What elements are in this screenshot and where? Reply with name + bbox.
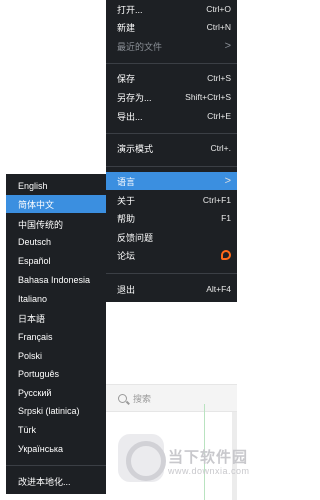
chevron-right-icon: > [224, 40, 231, 52]
language-item[interactable]: 简体中文 [6, 195, 106, 213]
menu-item-save-as[interactable]: 另存为... Shift+Ctrl+S [106, 88, 237, 106]
menu-item-label: 帮助 [117, 213, 136, 224]
menu-divider [106, 273, 237, 274]
menu-item-shortcut: Ctrl+O [206, 4, 231, 14]
improve-localization-item[interactable]: 改进本地化... [6, 472, 106, 490]
menu-item-label: 保存 [117, 73, 136, 84]
watermark-url: www.downxia.com [168, 466, 250, 476]
menu-item-shortcut: Ctrl+N [206, 22, 231, 32]
menu-item-label: 演示模式 [117, 143, 154, 154]
menu-item-recent-files[interactable]: 最近的文件 > [106, 37, 237, 55]
language-item[interactable]: Русский [6, 384, 106, 402]
watermark-logo-icon [118, 434, 166, 482]
menu-item-label: 导出... [117, 111, 143, 122]
search-icon [118, 393, 127, 403]
language-item[interactable]: Srpski (latinica) [6, 402, 106, 420]
chevron-right-icon: > [224, 175, 231, 187]
menu-item-shortcut: Ctrl+. [210, 143, 231, 153]
menu-item-help[interactable]: 帮助 F1 [106, 209, 237, 227]
language-item[interactable]: Deutsch [6, 233, 106, 251]
menu-item-presentation-mode[interactable]: 演示模式 Ctrl+. [106, 139, 237, 157]
menu-divider [106, 133, 237, 134]
menu-item-label: 论坛 [117, 250, 136, 261]
menu-item-shortcut: Alt+F4 [206, 284, 231, 294]
menu-item-export[interactable]: 导出... Ctrl+E [106, 107, 237, 125]
language-item[interactable]: Bahasa Indonesia [6, 271, 106, 289]
menu-item-label: 退出 [117, 284, 136, 295]
menu-item-language[interactable]: 语言 > [106, 172, 237, 190]
menu-item-label: 反馈问题 [117, 232, 154, 243]
menu-divider [106, 166, 237, 167]
menu-item-open[interactable]: 打开... Ctrl+O [106, 0, 237, 18]
language-item[interactable]: Polski [6, 347, 106, 365]
language-submenu: English 简体中文 中国传统的 Deutsch Español Bahas… [6, 174, 106, 494]
menu-divider [6, 465, 106, 466]
menu-item-label: 另存为... [117, 92, 152, 103]
editor-background [0, 0, 106, 170]
menu-item-shortcut: Shift+Ctrl+S [185, 92, 231, 102]
language-item[interactable]: Українська [6, 440, 106, 458]
menu-item-label: 关于 [117, 195, 136, 206]
menu-item-label: 语言 [117, 176, 136, 187]
language-item[interactable]: English [6, 177, 106, 195]
chat-bubble-icon [221, 250, 231, 260]
language-item[interactable]: Italiano [6, 290, 106, 308]
menu-item-label: 新建 [117, 22, 136, 33]
app-window: 搜索 当下软件园 www.downxia.com 打开... Ctrl+O 新建… [0, 0, 249, 500]
menu-item-new[interactable]: 新建 Ctrl+N [106, 18, 237, 36]
language-item[interactable]: Français [6, 328, 106, 346]
menu-item-shortcut: Ctrl+E [207, 111, 231, 121]
search-bar[interactable]: 搜索 [100, 384, 237, 412]
menu-item-forum[interactable]: 论坛 [106, 246, 237, 264]
menu-item-feedback[interactable]: 反馈问题 [106, 228, 237, 246]
menu-item-shortcut: Ctrl+S [207, 73, 231, 83]
search-placeholder: 搜索 [133, 393, 152, 404]
menu-divider [106, 63, 237, 64]
menu-item-save[interactable]: 保存 Ctrl+S [106, 69, 237, 87]
menu-item-label: 打开... [117, 4, 143, 15]
watermark: 当下软件园 www.downxia.com [118, 424, 249, 500]
file-menu: 打开... Ctrl+O 新建 Ctrl+N 最近的文件 > 保存 Ctrl+S… [106, 0, 237, 302]
language-item[interactable]: Português [6, 365, 106, 383]
menu-item-about[interactable]: 关于 Ctrl+F1 [106, 191, 237, 209]
watermark-title: 当下软件园 [168, 449, 249, 466]
language-item[interactable]: Türk [6, 421, 106, 439]
language-item[interactable]: 中国传统的 [6, 215, 106, 233]
language-item[interactable]: 日本語 [6, 309, 106, 327]
menu-item-shortcut: Ctrl+F1 [202, 195, 231, 205]
language-item[interactable]: Español [6, 252, 106, 270]
menu-item-exit[interactable]: 退出 Alt+F4 [106, 280, 237, 298]
menu-item-label: 最近的文件 [117, 41, 163, 52]
menu-item-shortcut: F1 [221, 213, 231, 223]
editor-canvas-area [100, 296, 237, 366]
